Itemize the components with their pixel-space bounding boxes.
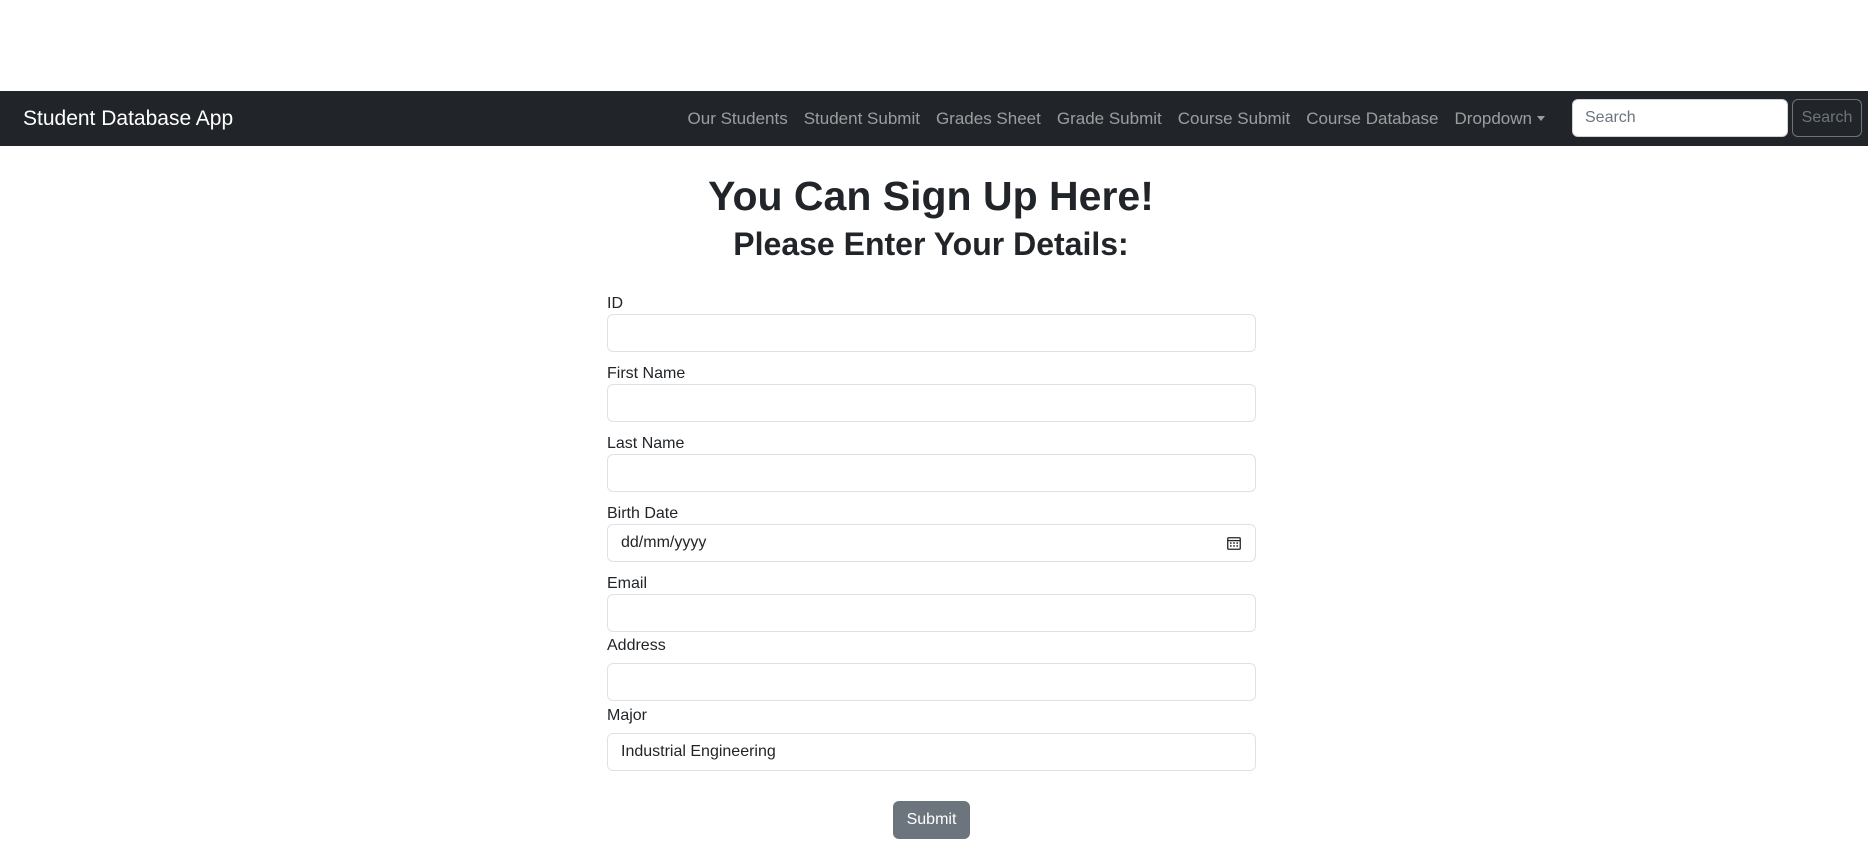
nav-dropdown-toggle[interactable]: Dropdown — [1447, 91, 1554, 146]
nav-link-our-students[interactable]: Our Students — [680, 91, 796, 146]
first-name-label: First Name — [607, 365, 686, 382]
nav-link-course-submit[interactable]: Course Submit — [1170, 91, 1298, 146]
page-subtitle: Please Enter Your Details: — [733, 226, 1129, 262]
major-label: Major — [607, 707, 648, 724]
nav-link-grade-submit[interactable]: Grade Submit — [1049, 91, 1170, 146]
top-spacer — [0, 0, 1868, 91]
address-input[interactable] — [607, 663, 1256, 701]
last-name-label: Last Name — [607, 435, 685, 452]
id-input[interactable] — [607, 314, 1256, 352]
last-name-input[interactable] — [607, 454, 1256, 492]
first-name-input[interactable] — [607, 384, 1256, 422]
email-input[interactable] — [607, 594, 1256, 632]
nav-link-student-submit[interactable]: Student Submit — [796, 91, 928, 146]
birth-date-input[interactable]: dd/mm/yyyy — [607, 524, 1256, 562]
email-label: Email — [607, 575, 648, 592]
search-form: Search — [1572, 99, 1862, 137]
birth-date-placeholder: dd/mm/yyyy — [621, 534, 707, 551]
search-input[interactable] — [1572, 99, 1788, 137]
calendar-icon[interactable] — [1227, 536, 1241, 550]
navbar-brand[interactable]: Student Database App — [23, 91, 233, 146]
search-button[interactable]: Search — [1792, 99, 1862, 137]
nav-link-course-database[interactable]: Course Database — [1298, 91, 1446, 146]
nav-link-grades-sheet[interactable]: Grades Sheet — [928, 91, 1049, 146]
submit-button[interactable]: Submit — [893, 801, 970, 839]
major-value: Industrial Engineering — [621, 743, 776, 760]
major-input[interactable]: Industrial Engineering — [607, 733, 1256, 771]
navbar: Student Database App Our Students Studen… — [0, 91, 1868, 146]
birth-date-label: Birth Date — [607, 505, 679, 522]
id-label: ID — [607, 295, 623, 312]
address-label: Address — [607, 637, 666, 654]
nav-links: Our Students Student Submit Grades Sheet… — [680, 91, 1553, 146]
page-title: You Can Sign Up Here! — [708, 173, 1154, 219]
